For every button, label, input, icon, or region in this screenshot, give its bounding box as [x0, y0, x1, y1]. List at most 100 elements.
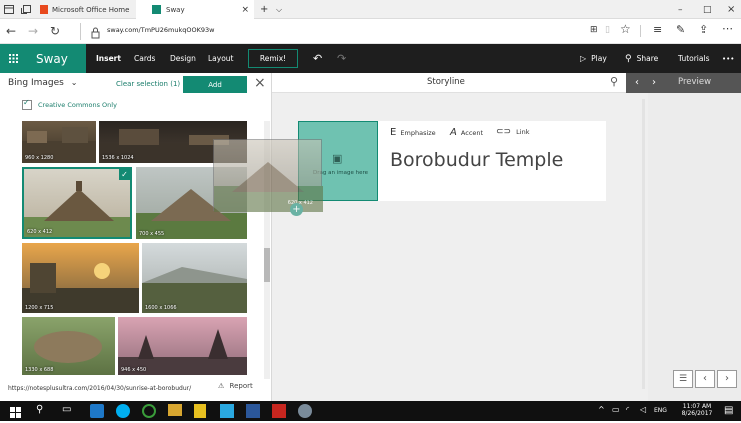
remix-button[interactable]: Remix! [248, 49, 298, 68]
thumb-size: 1536 x 1024 [102, 155, 134, 161]
undo-icon[interactable]: ↶ [313, 44, 322, 73]
paint-icon[interactable] [298, 404, 312, 418]
heading-card[interactable]: E Emphasize A Accent ⊂⊃ Link Borobudur T… [378, 121, 606, 201]
selected-check-icon: ✓ [119, 169, 130, 180]
reader-icon[interactable]: ▯ [605, 25, 610, 35]
navigation-list-button[interactable]: ☰ [673, 370, 693, 388]
tab-office-home[interactable]: Microsoft Office Home [36, 0, 136, 19]
maximize-button[interactable]: □ [703, 0, 712, 19]
xbox-icon[interactable] [142, 404, 156, 418]
source-url[interactable]: https://notesplusultra.com/2016/04/30/su… [8, 385, 191, 392]
battery-icon[interactable]: ▭ [612, 405, 620, 414]
play-icon: ▷ [580, 54, 587, 63]
dragged-image-ghost: 620 x 412 + [213, 139, 323, 216]
tab-dropdown-icon[interactable]: ⌵ [276, 0, 282, 19]
image-thumb[interactable]: 1600 x 1066 [142, 243, 247, 313]
close-pane-icon[interactable]: × [254, 75, 266, 91]
accent-button[interactable]: A Accent [450, 127, 483, 138]
image-thumb[interactable]: 1330 x 688 [22, 317, 115, 375]
new-tab-icon[interactable]: + [260, 0, 268, 19]
storyline-title: Storyline [427, 77, 465, 87]
tray-chevron-up-icon[interactable]: ^ [598, 405, 605, 414]
image-thumb-selected[interactable]: 620 x 412 ✓ [22, 167, 132, 239]
minimize-button[interactable]: – [678, 0, 683, 19]
clock[interactable]: 11:07 AM 8/26/2017 [677, 403, 717, 417]
notifications-icon[interactable]: ▤ [724, 405, 733, 416]
menu-cards[interactable]: Cards [134, 44, 155, 73]
redo-icon[interactable]: ↷ [337, 44, 346, 73]
play-button[interactable]: ▷ Play [580, 44, 607, 73]
image-thumb[interactable]: 960 x 1280 [22, 121, 96, 163]
previous-button[interactable]: ‹ [695, 370, 715, 388]
share-button[interactable]: ⚲ Share [625, 44, 658, 73]
expand-right-icon[interactable]: › [652, 73, 656, 93]
storyline-scrollbar[interactable] [642, 99, 645, 389]
search-icon[interactable]: ⚲ [610, 75, 618, 88]
add-plus-icon: + [290, 203, 303, 216]
close-window-button[interactable]: × [727, 0, 735, 19]
thumb-size: 1330 x 688 [25, 367, 54, 373]
hub-icon[interactable]: ≡ [653, 23, 662, 36]
sway-logo-icon [152, 5, 161, 14]
next-button[interactable]: › [717, 370, 737, 388]
office-logo-icon [40, 5, 48, 14]
language-indicator[interactable]: ENG [654, 407, 667, 414]
menu-layout[interactable]: Layout [208, 44, 234, 73]
skype-icon[interactable] [116, 404, 130, 418]
sticky-notes-icon[interactable] [194, 404, 206, 418]
windows-start-icon[interactable] [10, 404, 24, 418]
heading-text[interactable]: Borobudur Temple [390, 149, 563, 171]
wifi-icon[interactable]: ◜ [626, 405, 629, 414]
file-explorer-icon[interactable] [168, 404, 182, 416]
volume-icon[interactable]: ◁ [640, 405, 646, 414]
forward-arrow-icon[interactable]: → [24, 22, 42, 40]
tab-manager-icon[interactable] [4, 0, 16, 19]
word-icon[interactable] [246, 404, 260, 418]
web-note-icon[interactable]: ✎ [676, 23, 685, 36]
more-icon[interactable]: ⋯ [722, 22, 733, 35]
collapse-left-icon[interactable]: ‹ [626, 73, 648, 93]
app-name[interactable]: Sway [26, 44, 86, 73]
link-button[interactable]: ⊂⊃ Link [496, 127, 529, 137]
tab-sway[interactable]: Sway × [136, 0, 254, 19]
source-dropdown[interactable]: Bing Images ⌄ [8, 78, 77, 88]
menu-insert[interactable]: Insert [96, 44, 121, 73]
address-bar-row: ← → ↻ sway.com/TmPU26mukqOOK93w ⊞ ▯ ☆ ≡ … [0, 19, 741, 44]
image-thumb[interactable]: 946 x 450 [118, 317, 247, 375]
more-options-button[interactable]: ••• [722, 44, 734, 73]
creative-commons-checkbox[interactable]: ✓ [22, 98, 32, 110]
close-tab-icon[interactable]: × [241, 5, 249, 15]
report-label: Report [229, 382, 253, 390]
app-launcher-button[interactable] [0, 44, 26, 73]
address-text: sway.com/TmPU26mukqOOK93w [107, 26, 215, 34]
emphasize-icon: E [390, 127, 397, 138]
acrobat-icon[interactable] [272, 404, 286, 418]
task-view-icon[interactable]: ▭ [62, 404, 76, 418]
back-tabs-icon[interactable] [21, 0, 33, 19]
back-arrow-icon[interactable]: ← [2, 22, 20, 40]
thumb-size: 946 x 450 [121, 367, 147, 373]
share-icon[interactable]: ⇪ [699, 23, 708, 36]
thumb-size: 620 x 412 [27, 229, 53, 235]
refresh-icon[interactable]: ↻ [46, 22, 64, 40]
thumb-size: 960 x 1280 [25, 155, 54, 161]
emphasize-button[interactable]: E Emphasize [390, 127, 436, 138]
reading-view-icon[interactable]: ⊞ [590, 25, 598, 35]
store-icon[interactable] [220, 404, 234, 418]
image-thumb[interactable]: 1200 x 715 [22, 243, 139, 313]
report-button[interactable]: ⚠ Report [218, 382, 253, 390]
search-icon[interactable]: ⚲ [36, 404, 50, 418]
edge-browser-icon[interactable] [90, 404, 104, 418]
warning-icon: ⚠ [218, 382, 225, 390]
link-label: Link [516, 128, 530, 136]
tab-label: Sway [166, 5, 185, 14]
favorite-star-icon[interactable]: ☆ [620, 22, 631, 36]
address-field[interactable]: sway.com/TmPU26mukqOOK93w [80, 23, 570, 40]
add-button[interactable]: Add [183, 76, 247, 93]
tutorials-button[interactable]: Tutorials [678, 44, 709, 73]
source-label: Bing Images [8, 78, 64, 88]
scrollbar-thumb[interactable] [264, 248, 270, 282]
clear-selection-link[interactable]: Clear selection (1) [116, 80, 180, 88]
lock-icon [91, 24, 100, 43]
menu-design[interactable]: Design [170, 44, 196, 73]
